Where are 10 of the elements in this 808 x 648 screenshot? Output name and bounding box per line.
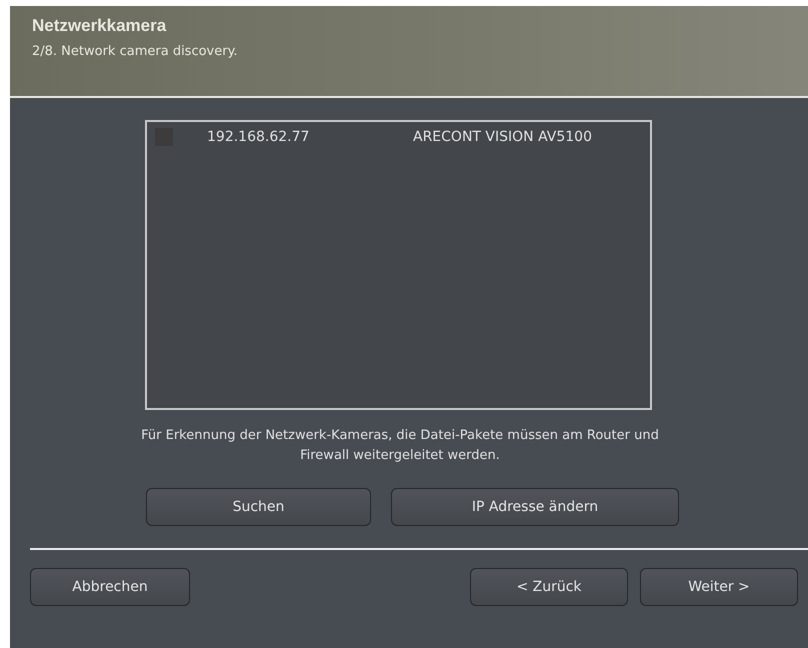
wizard-step: 2/8. Network camera discovery. — [32, 44, 238, 59]
wizard-title: Netzwerkkamera — [32, 16, 168, 36]
search-button[interactable]: Suchen — [146, 488, 371, 526]
hint-text: Für Erkennung der Netzwerk-Kameras, die Datei-Pakete müssen am Router und Firewall weitergeleitet werden. — [140, 427, 660, 465]
camera-model: ARECONT VISION AV5100 — [413, 129, 592, 145]
next-button[interactable]: Weiter > — [640, 568, 798, 606]
camera-ip: 192.168.62.77 — [207, 129, 310, 145]
change-ip-button[interactable]: IP Adresse ändern — [391, 488, 679, 526]
back-button[interactable]: < Zurück — [470, 568, 628, 606]
cancel-button[interactable]: Abbrechen — [30, 568, 190, 606]
